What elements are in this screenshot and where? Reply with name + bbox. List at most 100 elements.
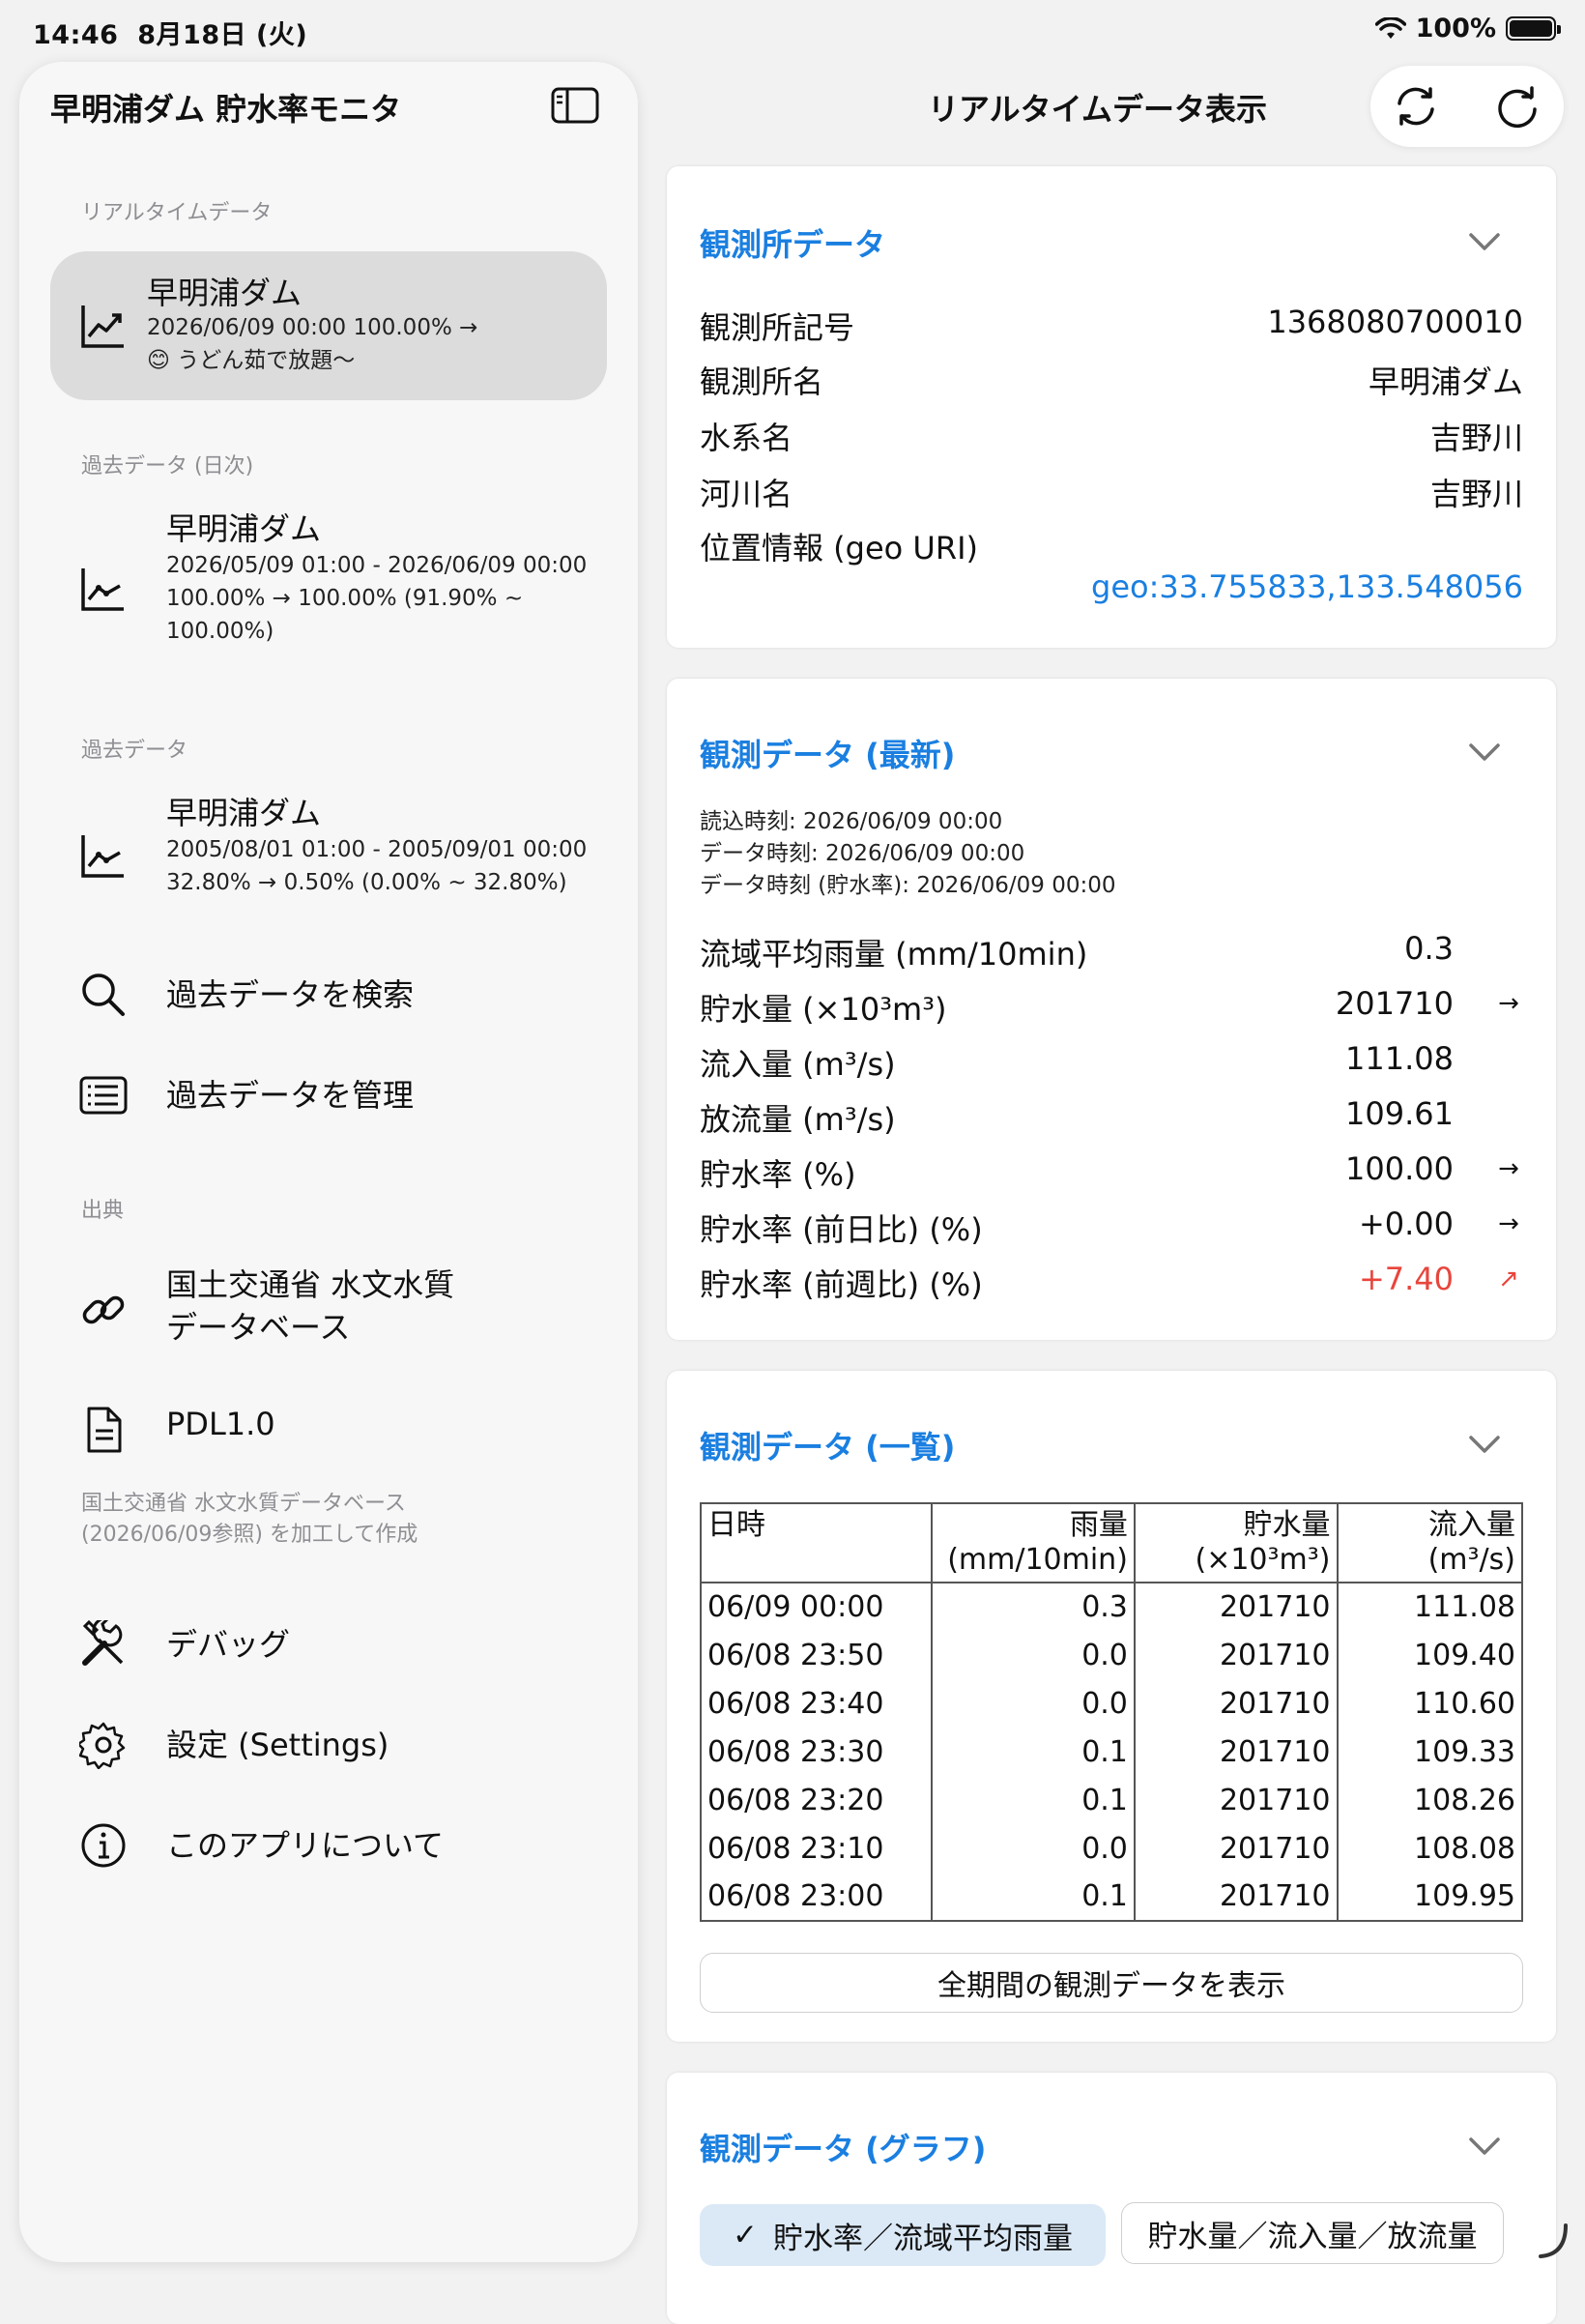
status-time: 14:46 8月18日 (火) [33, 20, 308, 50]
table-row: 06/08 23:40 0.0 201710 110.60 [700, 1679, 1523, 1728]
daily-item-line2: 100.00% → 100.00% (91.90% ~ [166, 586, 524, 611]
realtime-item-title: 早明浦ダム [147, 275, 303, 311]
attribution-line2: (2026/06/09参照) を加工して作成 [81, 1523, 418, 1547]
table-cell: 110.60 [1336, 1679, 1523, 1728]
table-cell: 0.1 [930, 1776, 1136, 1824]
chevron-down-icon[interactable] [1467, 1433, 1502, 1456]
section-source: 出典 [81, 1199, 125, 1223]
graph-header[interactable]: 観測データ (グラフ) [700, 2125, 986, 2169]
segment-rate-rain[interactable]: ✓ 貯水率／流域平均雨量 [700, 2204, 1106, 2266]
sidebar-title: 早明浦ダム 貯水率モニタ [50, 91, 402, 128]
table-cell: 201710 [1133, 1728, 1339, 1776]
geo-label: 位置情報 (geo URI) [700, 530, 978, 566]
obs-row: 貯水率 (前週比) (%) +7.40 ↗ [700, 1261, 1523, 1303]
sidebar-item-daily[interactable]: 早明浦ダム 2026/05/09 01:00 - 2026/06/09 00:0… [50, 505, 607, 679]
table-row: 06/08 23:50 0.0 201710 109.40 [700, 1631, 1523, 1679]
trend-arrow: ↗ [1498, 1264, 1519, 1293]
battery-icon [1506, 16, 1561, 41]
info-icon [81, 1823, 126, 1868]
chevron-down-icon[interactable] [1467, 741, 1502, 764]
table-row: 06/08 23:10 0.0 201710 108.08 [700, 1824, 1523, 1873]
column-header: 雨量 (mm/10min) [930, 1502, 1136, 1583]
column-header: 流入量 (m³/s) [1336, 1502, 1523, 1583]
table-cell: 201710 [1133, 1873, 1339, 1922]
sidebar-item-source-link[interactable]: 国土交通省 水文水質 データベース [50, 1253, 607, 1359]
chevron-down-icon[interactable] [1467, 2135, 1502, 2158]
obs-row: 貯水量 (×10³m³) 201710 → [700, 985, 1523, 1028]
obs-row: 貯水率 (%) 100.00 → [700, 1150, 1523, 1193]
station-row: 観測所記号 1368080700010 [700, 304, 1523, 346]
table-cell: 0.0 [930, 1631, 1136, 1679]
station-header[interactable]: 観測所データ [700, 220, 885, 265]
table-cell: 108.08 [1336, 1824, 1523, 1873]
chart-line-icon [81, 568, 124, 611]
segment-volume-flow[interactable]: 貯水量／流入量／放流量 [1121, 2202, 1504, 2264]
sidebar-item-about[interactable]: このアプリについて [50, 1812, 607, 1879]
table-cell: 201710 [1133, 1679, 1339, 1728]
trend-arrow: → [1498, 989, 1519, 1018]
read-time: 読込時刻: 2026/06/09 00:00 [700, 809, 1003, 834]
refresh-icon[interactable] [1494, 82, 1542, 131]
table-cell: 06/08 23:00 [700, 1873, 933, 1922]
table-cell: 0.1 [930, 1873, 1136, 1922]
table-cell: 0.0 [930, 1679, 1136, 1728]
pdl-label: PDL1.0 [166, 1406, 275, 1442]
table-cell: 108.26 [1336, 1776, 1523, 1824]
settings-label: 設定 (Settings) [166, 1727, 389, 1763]
trend-arrow: → [1498, 1154, 1519, 1183]
table-cell: 109.95 [1336, 1873, 1523, 1922]
chevron-down-icon[interactable] [1467, 230, 1502, 253]
table-cell: 06/08 23:40 [700, 1679, 933, 1728]
table-header-row: 日時 雨量 (mm/10min) 貯水量 (×10³m³) 流入量 (m³/s) [700, 1502, 1523, 1583]
sidebar-item-pdl[interactable]: PDL1.0 [50, 1396, 607, 1464]
station-row: 河川名 吉野川 [700, 476, 1523, 512]
attribution-line1: 国土交通省 水文水質データベース [81, 1492, 406, 1516]
table-cell: 201710 [1133, 1824, 1339, 1873]
obs-row: 放流量 (m³/s) 109.61 [700, 1095, 1454, 1138]
realtime-item-line2: 😊 うどん茹で放題〜 [147, 348, 356, 373]
toolbar-buttons [1370, 66, 1564, 147]
table-cell: 06/08 23:50 [700, 1631, 933, 1679]
show-all-data-button[interactable]: 全期間の観測データを表示 [700, 1953, 1523, 2013]
table-cell: 201710 [1133, 1631, 1339, 1679]
station-row: 水系名 吉野川 [700, 420, 1523, 456]
daily-item-line1: 2026/05/09 01:00 - 2026/06/09 00:00 [166, 553, 588, 578]
past-item-line2: 32.80% → 0.50% (0.00% ~ 32.80%) [166, 870, 567, 895]
chart-line-icon [81, 835, 124, 878]
station-row: 観測所名 早明浦ダム [700, 363, 1523, 400]
sidebar-item-debug[interactable]: デバッグ [50, 1611, 607, 1678]
list-header[interactable]: 観測データ (一覧) [700, 1423, 955, 1467]
sidebar-item-search[interactable]: 過去データを検索 [50, 961, 607, 1029]
source-link-line1: 国土交通省 水文水質 [166, 1266, 455, 1303]
about-label: このアプリについて [166, 1827, 445, 1864]
column-header: 日時 [700, 1502, 933, 1583]
data-table: 日時 雨量 (mm/10min) 貯水量 (×10³m³) 流入量 (m³/s) 06… [700, 1502, 1523, 1922]
sidebar-item-manage[interactable]: 過去データを管理 [50, 1061, 607, 1129]
sidebar-item-realtime[interactable]: 早明浦ダム 2026/06/09 00:00 100.00% → 😊 うどん茹で… [50, 251, 607, 400]
sidebar-toggle-icon[interactable] [551, 85, 599, 126]
sidebar: 早明浦ダム 貯水率モニタ リアルタイムデータ 早明浦ダム 2026/06/09 … [19, 62, 638, 2262]
latest-header[interactable]: 観測データ (最新) [700, 731, 955, 775]
table-cell: 0.0 [930, 1824, 1136, 1873]
resize-handle-icon[interactable] [1537, 2222, 1570, 2260]
status-bar: 14:46 8月18日 (火) 100% [0, 0, 1585, 60]
table-cell: 06/09 00:00 [700, 1583, 933, 1631]
page-title: リアルタイムデータ表示 [928, 91, 1268, 128]
link-icon [82, 1295, 125, 1324]
geo-link[interactable]: geo:33.755833,133.548056 [700, 568, 1523, 611]
table-cell: 0.3 [930, 1583, 1136, 1631]
sync-icon[interactable] [1392, 82, 1440, 131]
table-cell: 111.08 [1336, 1583, 1523, 1631]
data-time: データ時刻: 2026/06/09 00:00 [700, 841, 1025, 866]
sidebar-item-past[interactable]: 早明浦ダム 2005/08/01 01:00 - 2005/09/01 00:0… [50, 789, 607, 905]
document-icon [87, 1407, 122, 1453]
section-daily: 過去データ (日次) [81, 454, 254, 479]
table-row: 06/09 00:00 0.3 201710 111.08 [700, 1583, 1523, 1631]
past-item-title: 早明浦ダム [166, 795, 322, 831]
battery-percent: 100% [1415, 14, 1496, 44]
status-right: 100% [1374, 14, 1561, 44]
debug-label: デバッグ [166, 1626, 291, 1663]
obs-row: 流域平均雨量 (mm/10min) 0.3 [700, 930, 1454, 973]
sidebar-item-settings[interactable]: 設定 (Settings) [50, 1711, 607, 1779]
table-cell: 109.40 [1336, 1631, 1523, 1679]
